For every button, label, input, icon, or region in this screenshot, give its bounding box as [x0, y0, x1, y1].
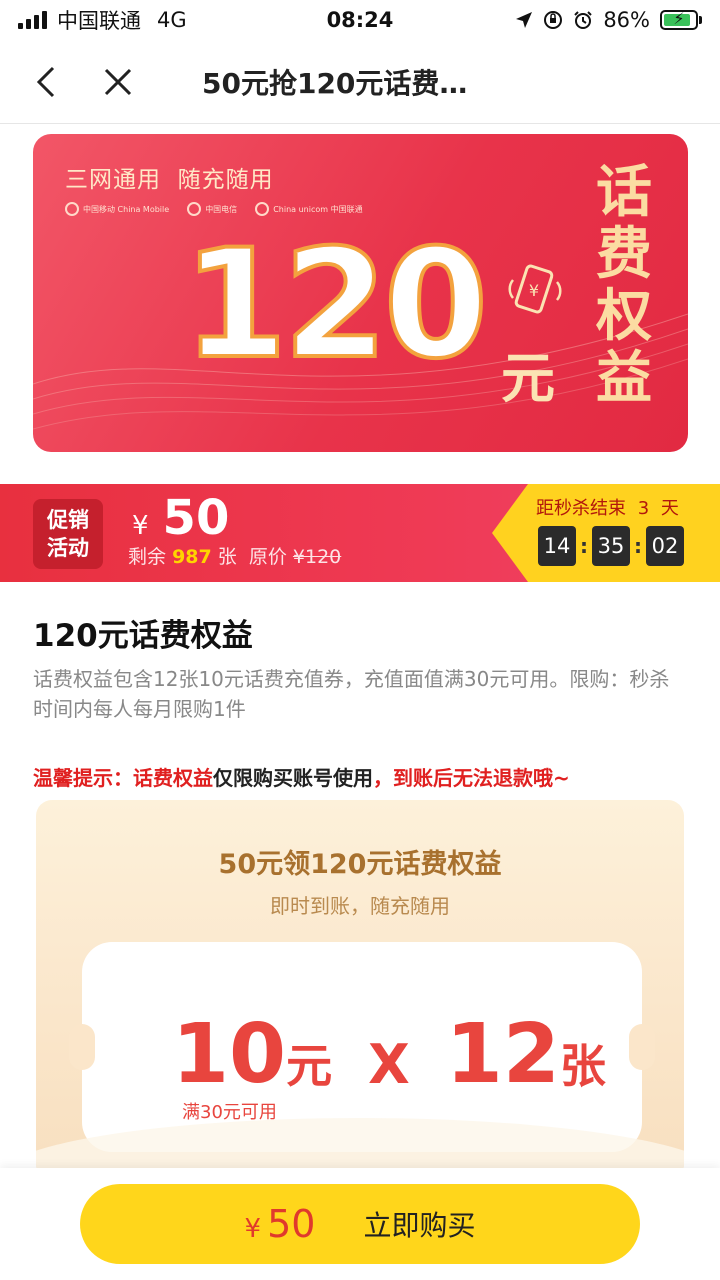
countdown-hours: 14	[538, 526, 576, 566]
china-telecom-logo: 中国电信	[187, 202, 237, 216]
countdown-label: 距秒杀结束 3 天	[536, 498, 679, 519]
original-price: ¥120	[292, 546, 342, 568]
countdown-seconds: 02	[646, 526, 684, 566]
carrier-logos: 中国移动 China Mobile 中国电信 China unicom 中国联通	[65, 202, 363, 216]
product-title: 120元话费权益	[33, 618, 253, 654]
svg-text:¥: ¥	[529, 281, 539, 300]
buy-now-label: 立即购买	[363, 1209, 476, 1242]
banner-vertical-title: 话费权益	[596, 160, 652, 411]
close-icon	[104, 68, 132, 95]
network-type: 4G	[157, 8, 187, 32]
product-banner: 三网通用 随充随用 中国移动 China Mobile 中国电信 China u…	[33, 134, 688, 452]
coupon-value: 10 元 X 12 张	[172, 1007, 606, 1102]
close-button[interactable]	[88, 52, 148, 112]
china-mobile-logo: 中国移动 China Mobile	[65, 202, 169, 216]
promo-bar: 促销 活动 ¥ 50 剩余 987 张 原价 ¥120 距秒杀结束 3 天 14…	[0, 484, 720, 582]
coupon-card-title: 50元领120元话费权益	[218, 849, 502, 880]
countdown-panel: 距秒杀结束 3 天 14 : 35 : 02	[492, 484, 720, 582]
product-description: 话费权益包含12张10元话费充值券，充值面值满30元可用。限购：秒杀时间内每人每…	[33, 667, 670, 721]
china-unicom-logo: China unicom 中国联通	[255, 202, 363, 216]
remaining-count: 987	[172, 546, 212, 568]
carrier-name: 中国联通	[57, 9, 141, 33]
banner-unit: 元	[501, 347, 555, 410]
coupon-card-subtitle: 即时到账，随充随用	[270, 894, 450, 918]
banner-slogan: 三网通用 随充随用	[65, 167, 274, 193]
bottom-bar: ¥ 50 立即购买	[0, 1168, 720, 1280]
location-arrow-icon	[516, 12, 533, 28]
nav-bar: 50元抢120元话费…	[0, 40, 720, 124]
buy-now-button[interactable]: ¥ 50 立即购买	[80, 1184, 640, 1264]
promo-stock-info: 剩余 987 张 原价 ¥120	[128, 546, 342, 568]
phone-payment-icon: ¥	[508, 264, 562, 314]
status-bar: 中国联通 4G 08:24 86% ⚡	[0, 0, 720, 40]
buy-price: ¥ 50	[244, 1202, 316, 1246]
banner-amount: 120	[181, 218, 490, 392]
alarm-icon	[574, 11, 593, 29]
countdown-timer: 14 : 35 : 02	[538, 526, 684, 566]
promo-badge: 促销 活动	[33, 499, 103, 569]
coupon-card: 50元领120元话费权益 即时到账，随充随用 10 元 X 12 张 满30元可…	[36, 800, 684, 1180]
promo-price: ¥ 50	[132, 490, 230, 546]
signal-icon	[18, 11, 47, 29]
battery-icon: ⚡	[660, 9, 702, 30]
orientation-lock-icon	[544, 11, 563, 29]
page-title: 50元抢120元话费…	[202, 66, 468, 100]
battery-percent: 86%	[603, 8, 650, 32]
chevron-left-icon	[36, 66, 55, 97]
purchase-notice: 温馨提示：话费权益仅限购买账号使用，到账后无法退款哦~	[33, 766, 570, 790]
countdown-minutes: 35	[592, 526, 630, 566]
back-button[interactable]	[16, 52, 76, 112]
